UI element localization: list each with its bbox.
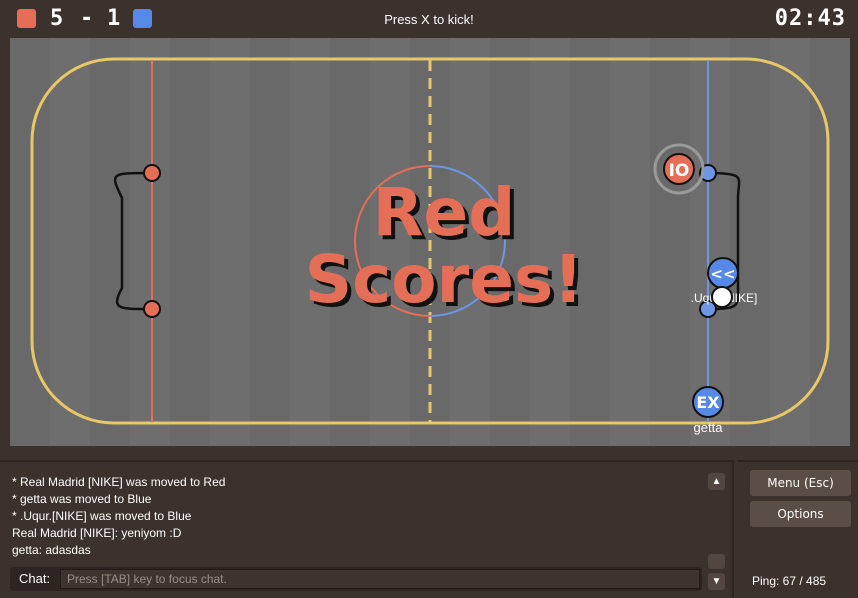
game-window: 5 - 1 Press X to kick! 02:43 Red Red Sco… — [0, 0, 858, 598]
player-avatar: IO — [669, 161, 690, 181]
chat-message: * Real Madrid [NIKE] was moved to Red — [12, 475, 226, 489]
player-avatar: EX — [696, 393, 720, 412]
options-button[interactable]: Options — [750, 501, 851, 527]
chat-scroll-down-button[interactable]: ▼ — [708, 573, 725, 590]
chat-scroll-thumb[interactable] — [708, 554, 725, 569]
menu-button[interactable]: Menu (Esc) — [750, 470, 851, 496]
side-panel: Menu (Esc) Options Ping: 67 / 485 — [738, 460, 858, 598]
ball — [711, 286, 733, 308]
chat-message: * .Uqur.[NIKE] was moved to Blue — [12, 509, 192, 523]
scoreboard: 5 - 1 Press X to kick! 02:43 — [0, 0, 858, 38]
ping-readout: Ping: 67 / 485 — [752, 574, 827, 588]
game-field: Red Red Scores! Scores! IO << .Uqur.[NIK… — [10, 38, 850, 446]
announcement-line1: Red — [373, 174, 516, 251]
announcement-line2: Scores! — [305, 241, 584, 318]
game-clock: 02:43 — [774, 6, 846, 31]
chat-input[interactable] — [60, 569, 700, 589]
kick-hint: Press X to kick! — [384, 12, 474, 27]
player-name: getta — [694, 420, 724, 435]
chat-label: Chat: — [19, 571, 51, 586]
player-avatar: << — [710, 265, 735, 283]
chat-bar: Chat: — [10, 567, 702, 591]
chat-message: getta: adasdas — [12, 543, 91, 557]
player-blue-getta: EX getta — [692, 386, 724, 435]
chat-message: Real Madrid [NIKE]: yeniyom :D — [12, 526, 182, 540]
chat-panel: * Real Madrid [NIKE] was moved to Red * … — [0, 460, 734, 598]
chat-message: * getta was moved to Blue — [12, 492, 152, 506]
stadium-canvas: Red Red Scores! Scores! IO << .Uqur.[NIK… — [10, 38, 850, 446]
chat-log: * Real Madrid [NIKE] was moved to Red * … — [12, 474, 692, 559]
red-goal-post-bottom — [143, 300, 161, 318]
red-goal-post-top — [143, 164, 161, 182]
chat-scroll-up-button[interactable]: ▲ — [708, 473, 725, 490]
